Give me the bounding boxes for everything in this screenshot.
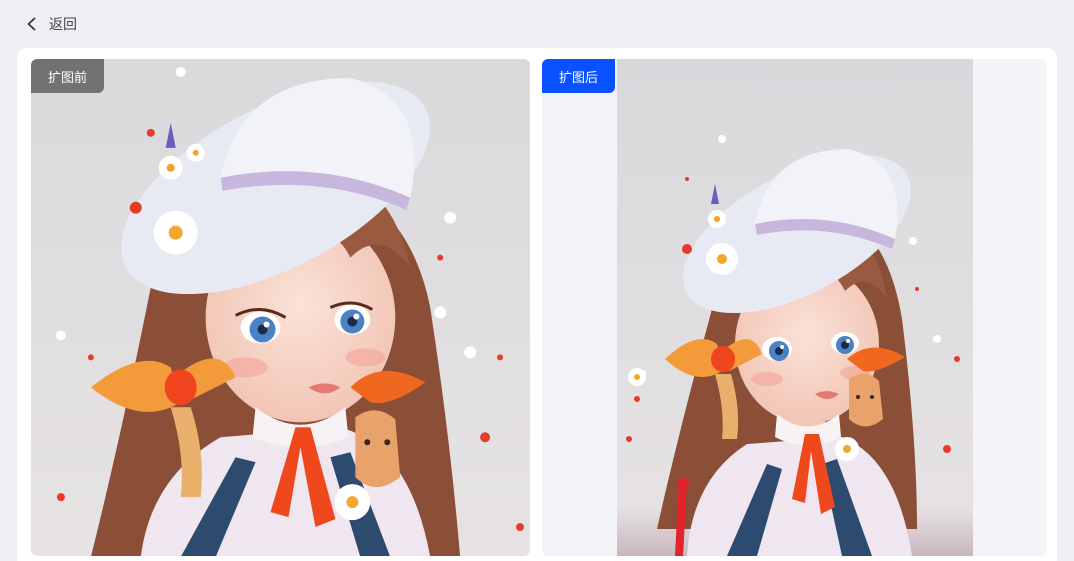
top-bar: 返回	[0, 0, 1074, 48]
after-panel: 扩图后	[542, 59, 1047, 556]
after-tag: 扩图后	[542, 59, 616, 93]
before-panel: 扩图前	[31, 59, 530, 556]
after-image[interactable]	[617, 59, 973, 556]
before-tag: 扩图前	[31, 59, 105, 93]
back-button[interactable]: 返回	[24, 13, 77, 35]
back-label: 返回	[49, 17, 77, 33]
before-image[interactable]	[31, 59, 530, 556]
chevron-left-icon	[27, 17, 36, 31]
comparison-card: 扩图前 扩图后	[17, 48, 1057, 561]
